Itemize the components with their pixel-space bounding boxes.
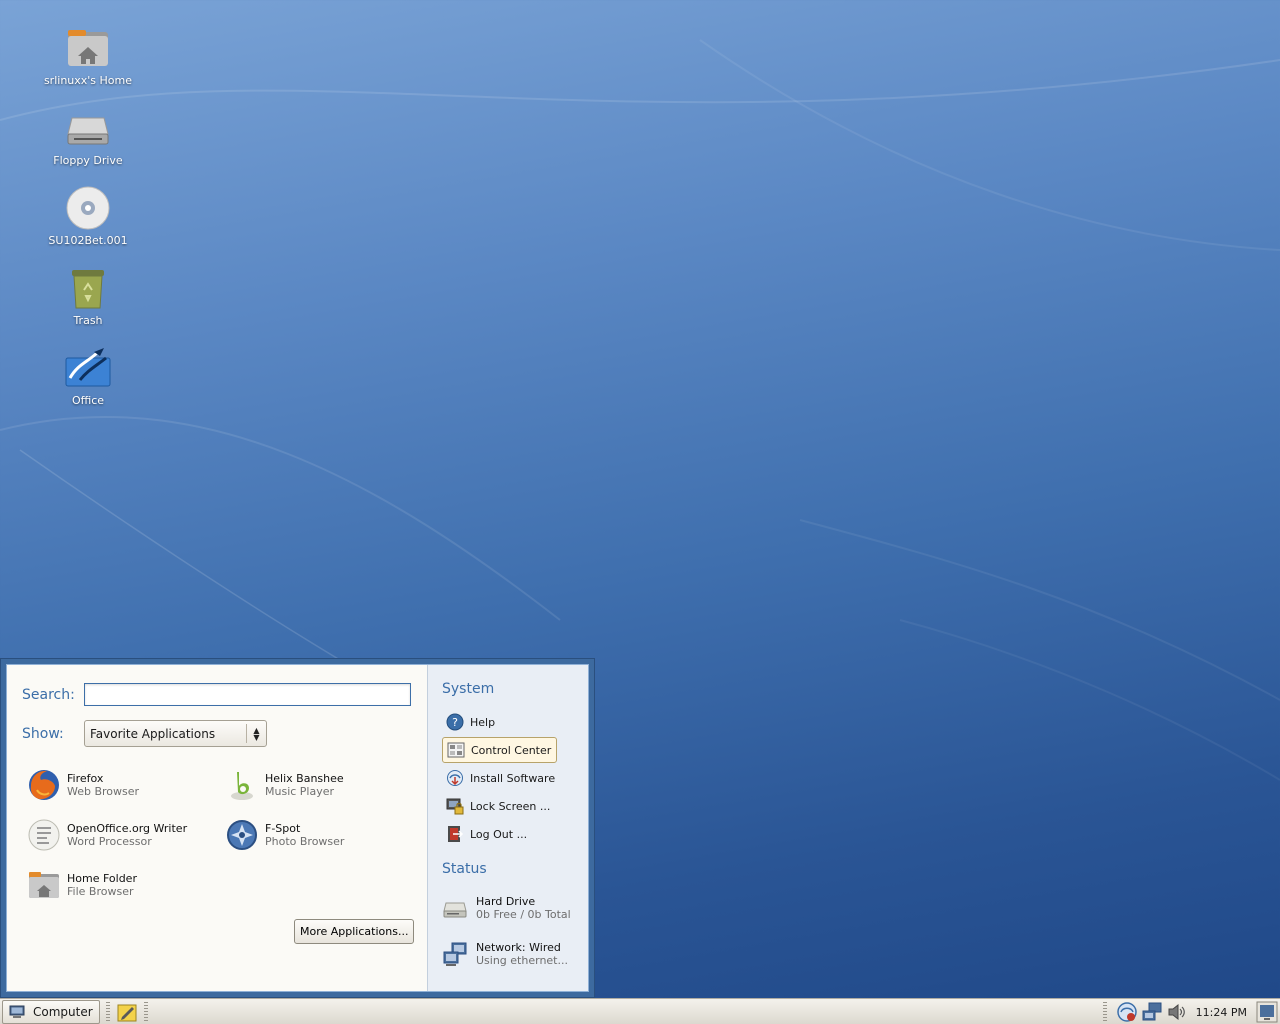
- app-name: OpenOffice.org Writer: [67, 822, 188, 835]
- volume-icon[interactable]: [1166, 1001, 1188, 1023]
- status-title: Network: Wired: [476, 941, 561, 954]
- show-row: Show: Favorite Applications ▲ ▼: [22, 720, 412, 747]
- panel-grip: [143, 1001, 148, 1022]
- status-title: Hard Drive: [476, 895, 536, 908]
- system-item-log-out[interactable]: Log Out ...: [442, 821, 557, 847]
- app-name: Home Folder: [67, 872, 137, 885]
- firefox-icon: [29, 770, 59, 800]
- show-desktop-icon[interactable]: [1256, 1001, 1278, 1023]
- desktop-icon-trash[interactable]: Trash: [28, 264, 148, 327]
- office-icon: [65, 348, 111, 387]
- app-openoffice-writer[interactable]: OpenOffice.org Writer Word Processor: [27, 815, 217, 855]
- system-item-install-software[interactable]: Install Software: [442, 765, 557, 791]
- app-name: Firefox: [67, 772, 104, 785]
- app-description: File Browser: [67, 885, 134, 898]
- network-tray-icon[interactable]: [1141, 1001, 1163, 1023]
- fspot-icon: [227, 820, 257, 850]
- help-icon: ?: [446, 713, 464, 731]
- app-firefox[interactable]: Firefox Web Browser: [27, 765, 217, 805]
- svg-text:?: ?: [452, 716, 458, 729]
- system-item-label: Lock Screen ...: [470, 799, 551, 813]
- writer-icon: [28, 819, 60, 851]
- system-item-lock-screen[interactable]: Lock Screen ...: [442, 793, 557, 819]
- desktop-icon-label: Floppy Drive: [53, 154, 123, 167]
- search-row: Search:: [22, 683, 412, 706]
- app-helix-banshee[interactable]: Helix Banshee Music Player: [225, 765, 415, 805]
- bottom-panel: Computer 11:24 PM: [0, 998, 1280, 1024]
- app-description: Word Processor: [67, 835, 152, 848]
- software-update-icon[interactable]: [1116, 1001, 1138, 1023]
- system-item-label: Install Software: [470, 771, 556, 785]
- menu-system-pane: System ? Help Control Center Install Sof…: [427, 665, 588, 991]
- trash-icon: [72, 270, 104, 309]
- desktop-icon-label: srlinuxx's Home: [43, 74, 133, 87]
- show-dropdown-value: Favorite Applications: [90, 726, 216, 741]
- system-item-label: Control Center: [471, 743, 552, 757]
- computer-menu-button[interactable]: Computer: [2, 999, 100, 1024]
- install-software-icon: [447, 770, 463, 786]
- lock-screen-icon: [446, 798, 464, 815]
- control-center-icon: [447, 742, 465, 758]
- desktop-icon-home[interactable]: srlinuxx's Home: [28, 24, 148, 87]
- computer-menu-label: Computer: [33, 1004, 93, 1019]
- app-description: Music Player: [265, 785, 335, 798]
- desktop-icon-label: Trash: [73, 314, 103, 327]
- app-name: F-Spot: [265, 822, 301, 835]
- home-folder-icon: [68, 30, 108, 66]
- cd-disc-icon: [66, 186, 110, 230]
- app-f-spot[interactable]: F-Spot Photo Browser: [225, 815, 415, 855]
- desktop-icon-cd[interactable]: SU102Bet.001: [28, 184, 148, 247]
- clock[interactable]: 11:24 PM: [1196, 1006, 1247, 1019]
- system-section-title: System: [442, 681, 495, 697]
- panel-grip: [105, 1001, 110, 1022]
- desktop-icon-label: SU102Bet.001: [48, 234, 128, 247]
- system-item-label: Log Out ...: [470, 827, 528, 841]
- menu-applications-pane: Search: Show: Favorite Applications ▲▼: [7, 665, 427, 991]
- app-name: Helix Banshee: [265, 772, 344, 785]
- search-label: Search:: [22, 686, 75, 703]
- system-item-control-center[interactable]: Control Center: [442, 737, 557, 763]
- system-item-help[interactable]: ? Help: [442, 709, 557, 735]
- status-section-title: Status: [442, 861, 487, 877]
- status-detail: 0b Free / 0b Total: [476, 908, 571, 921]
- desktop-icon-office[interactable]: Office: [28, 344, 148, 407]
- desktop-icon-label: Office: [71, 394, 105, 407]
- panel-grip: [1102, 1002, 1107, 1022]
- home-folder-icon: [29, 872, 59, 898]
- more-applications-button[interactable]: More Applications...: [294, 919, 415, 944]
- computer-icon: [9, 1005, 25, 1018]
- network-wired-icon: [443, 942, 467, 966]
- status-item-network[interactable]: Network: Wired Using ethernet...: [442, 935, 574, 973]
- status-detail: Using ethernet...: [476, 954, 568, 967]
- desktop-icon-floppy[interactable]: Floppy Drive: [28, 104, 148, 167]
- system-item-label: Help: [470, 715, 496, 729]
- notes-launcher-icon[interactable]: [116, 1001, 138, 1023]
- dropdown-arrows-icon: ▲ ▼: [246, 724, 266, 743]
- floppy-drive-icon: [67, 117, 109, 145]
- system-tray: 11:24 PM: [1097, 999, 1280, 1024]
- logout-icon: [448, 826, 464, 842]
- show-label: Show:: [22, 725, 64, 742]
- app-description: Photo Browser: [265, 835, 345, 848]
- search-input[interactable]: [84, 683, 411, 706]
- status-item-hard-drive[interactable]: Hard Drive 0b Free / 0b Total: [442, 889, 574, 927]
- banshee-icon: [231, 772, 253, 800]
- main-menu: Search: Show: Favorite Applications ▲▼: [0, 658, 595, 998]
- app-description: Web Browser: [67, 785, 140, 798]
- app-home-folder[interactable]: Home Folder File Browser: [27, 865, 217, 905]
- hard-drive-icon: [443, 902, 467, 918]
- show-dropdown[interactable]: Favorite Applications ▲ ▼: [84, 720, 267, 747]
